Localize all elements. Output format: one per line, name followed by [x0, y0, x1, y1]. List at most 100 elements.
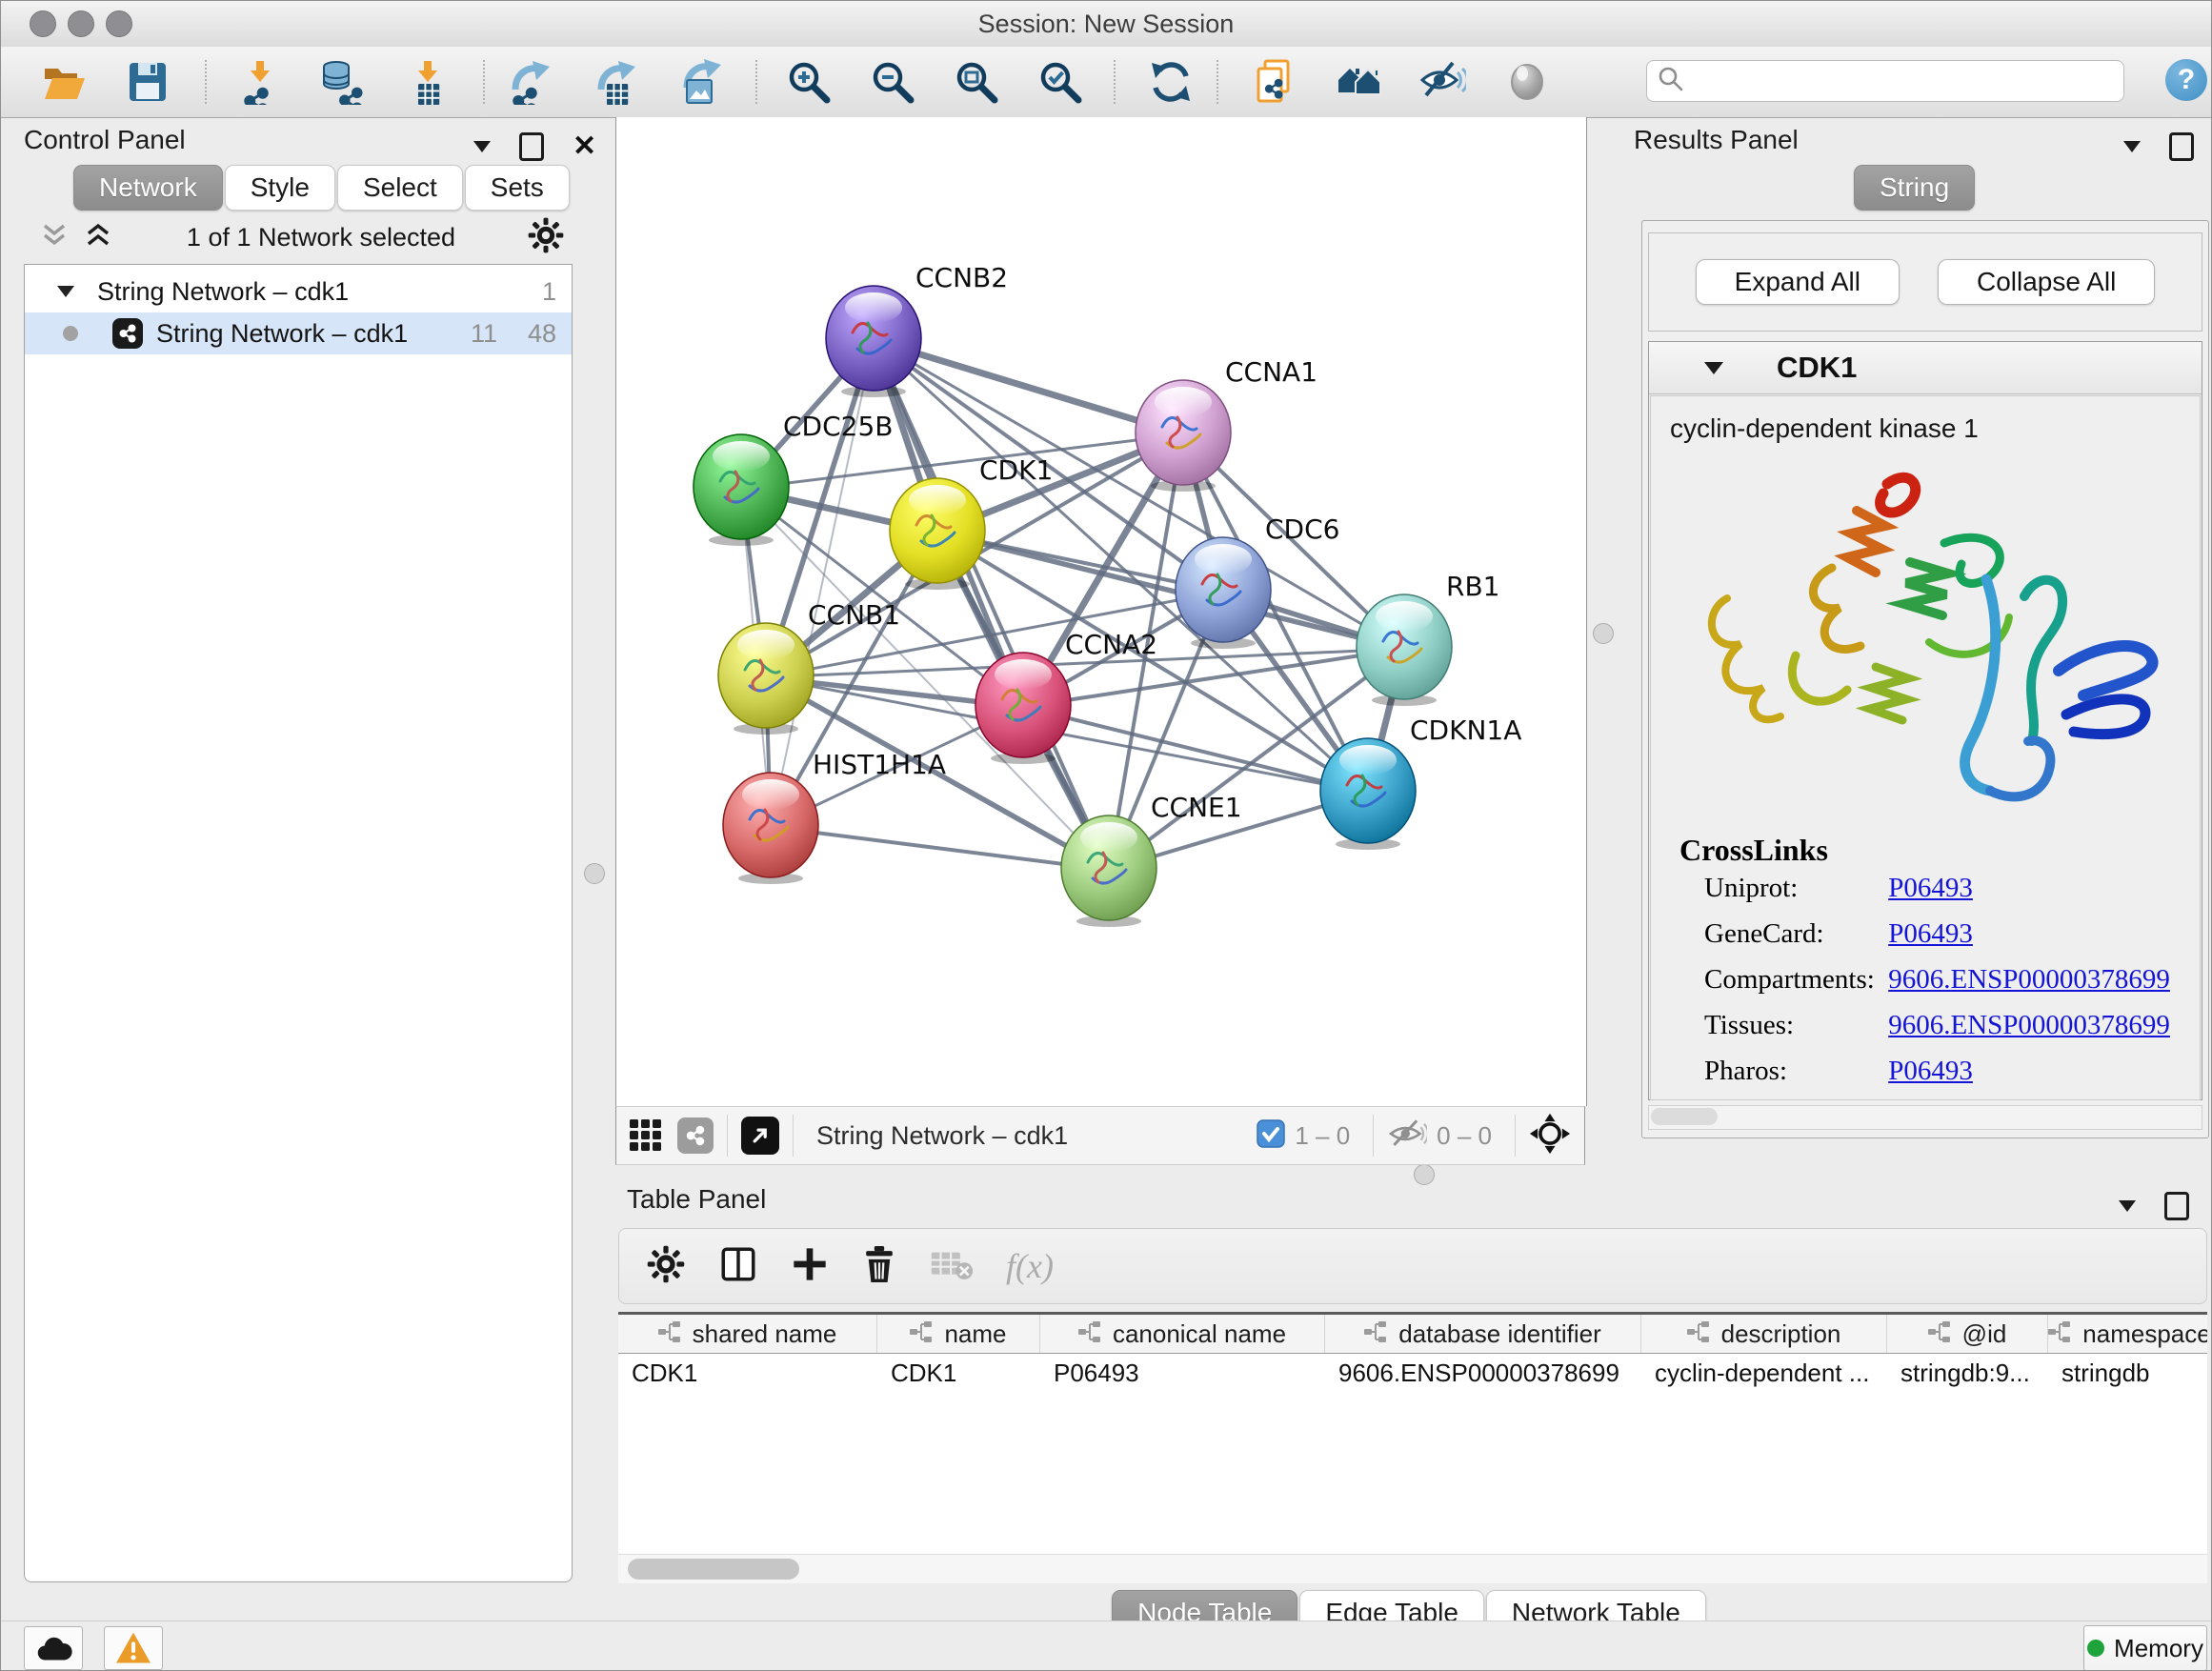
add-column-icon[interactable] [791, 1245, 829, 1288]
node-CDK1[interactable]: CDK1 [888, 475, 987, 592]
import-database-icon[interactable] [319, 57, 369, 107]
gene-details: cyclin-dependent kinase 1 [1650, 395, 2201, 1100]
hidden-eye-icon[interactable] [1387, 1117, 1427, 1155]
tab-style[interactable]: Style [225, 165, 335, 211]
float-panel-icon[interactable] [519, 132, 544, 161]
help-icon[interactable]: ? [2165, 59, 2207, 101]
save-icon[interactable] [123, 57, 172, 107]
show-columns-icon[interactable] [718, 1244, 758, 1289]
memory-button[interactable]: Memory [2083, 1625, 2207, 1671]
left-splitter-handle[interactable] [584, 863, 605, 884]
crosslink-link[interactable]: P06493 [1888, 918, 1973, 949]
panel-menu-icon[interactable] [2123, 141, 2141, 152]
right-splitter-handle[interactable] [1593, 623, 1614, 644]
column-tree-icon [910, 1319, 933, 1349]
gene-section-header[interactable]: CDK1 [1649, 342, 2202, 394]
crosslink-row: GeneCard: P06493 [1704, 918, 2200, 950]
panel-menu-icon[interactable] [2119, 1200, 2136, 1212]
collapse-all-button[interactable]: Collapse All [1938, 259, 2155, 305]
node-HIST1H1A[interactable]: HIST1H1A [721, 770, 820, 886]
node-CDC6[interactable]: CDC6 [1174, 534, 1273, 651]
network-canvas[interactable]: CCNB2 CCNA1 [615, 117, 1587, 1106]
table-panel: Table Panel ✕ f(x) shared na [615, 1182, 2212, 1621]
section-disclosure-icon[interactable] [1704, 362, 1723, 374]
selected-checkbox-icon[interactable] [1257, 1119, 1285, 1153]
tab-sets[interactable]: Sets [465, 165, 570, 211]
column-header-namespace[interactable]: namespace [2048, 1315, 2207, 1353]
warning-icon[interactable] [104, 1626, 163, 1670]
node-label: CDK1 [979, 454, 1053, 486]
string-network-badge-icon[interactable] [677, 1117, 714, 1154]
close-panel-icon[interactable]: ✕ [573, 135, 596, 158]
crosslink-link[interactable]: P06493 [1888, 1056, 1973, 1086]
hide-selected-icon[interactable] [1418, 57, 1468, 107]
collection-disclosure-icon[interactable] [57, 286, 74, 297]
open-icon[interactable] [39, 57, 89, 107]
export-table-icon[interactable] [590, 57, 639, 107]
column-header-database-identifier[interactable]: database identifier [1325, 1315, 1641, 1353]
float-panel-icon[interactable] [2164, 1192, 2189, 1220]
zoom-selected-icon[interactable] [1036, 57, 1085, 107]
homes-icon[interactable] [1335, 57, 1384, 107]
export-network-icon[interactable] [506, 57, 555, 107]
gear-icon[interactable] [527, 216, 565, 259]
toolbar-separator [755, 60, 757, 104]
network-row[interactable]: String Network – cdk1 11 48 [25, 312, 572, 354]
column-header-@id[interactable]: @id [1887, 1315, 2048, 1353]
zoom-in-icon[interactable] [784, 57, 834, 107]
birds-eye-view-icon[interactable] [741, 1117, 779, 1155]
node-CCNA1[interactable]: CCNA1 [1134, 377, 1233, 493]
zoom-out-icon[interactable] [868, 57, 917, 107]
node-CDKN1A[interactable]: CDKN1A [1318, 735, 1418, 852]
network-list-toolbar: 1 of 1 Network selected [24, 212, 571, 262]
expand-all-icon[interactable] [81, 218, 115, 257]
crosslink-link[interactable]: P06493 [1888, 873, 1973, 903]
node-table[interactable]: shared namenamecanonical namedatabase id… [618, 1312, 2207, 1558]
float-panel-icon[interactable] [2169, 132, 2194, 161]
import-network-icon[interactable] [235, 57, 285, 107]
export-image-icon[interactable] [674, 57, 723, 107]
tab-network[interactable]: Network [73, 165, 223, 211]
crosslinks-title: CrossLinks [1679, 833, 1828, 868]
node-CCNB1[interactable]: CCNB1 [716, 620, 815, 736]
column-tree-icon [1687, 1319, 1710, 1349]
move-crosshair-icon[interactable] [1529, 1113, 1571, 1159]
node-RB1[interactable]: RB1 [1355, 592, 1454, 708]
search-box[interactable] [1646, 60, 2124, 102]
crosslink-link[interactable]: 9606.ENSP00000378699 [1888, 1010, 2170, 1040]
column-header-canonical-name[interactable]: canonical name [1040, 1315, 1325, 1353]
table-panel-title: Table Panel [627, 1184, 766, 1215]
expand-all-button[interactable]: Expand All [1696, 259, 1900, 305]
network-collection-row[interactable]: String Network – cdk1 1 [25, 271, 572, 312]
collapse-all-icon[interactable] [37, 218, 71, 257]
results-hscrollbar[interactable] [1648, 1105, 2202, 1130]
document-share-icon[interactable] [1251, 57, 1300, 107]
status-bar: Memory [1, 1621, 2211, 1671]
node-CCNA2[interactable]: CCNA2 [974, 650, 1073, 766]
edge-count: 48 [528, 319, 556, 349]
grid-view-icon[interactable] [628, 1116, 664, 1157]
tab-select[interactable]: Select [337, 165, 463, 211]
column-tree-icon [1364, 1319, 1387, 1349]
delete-column-trash-icon[interactable] [861, 1244, 897, 1289]
show-selected-icon[interactable] [1502, 57, 1552, 107]
crosslink-link[interactable]: 9606.ENSP00000378699 [1888, 964, 2170, 995]
node-CDC25B[interactable]: CDC25B [692, 432, 791, 548]
tab-string[interactable]: String [1854, 165, 1975, 211]
table-settings-gear-icon[interactable] [646, 1244, 686, 1289]
zoom-fit-icon[interactable] [952, 57, 1001, 107]
search-input[interactable] [1695, 63, 2123, 99]
cloud-icon[interactable] [24, 1626, 83, 1670]
network-tree: String Network – cdk1 1 String Network –… [24, 264, 573, 1582]
table-hscrollbar[interactable] [618, 1554, 2207, 1583]
panel-menu-icon[interactable] [473, 141, 491, 152]
column-header-name[interactable]: name [877, 1315, 1040, 1353]
import-table-icon[interactable] [403, 57, 452, 107]
network-view-toolbar: String Network – cdk1 1 – 0 0 – 0 [615, 1106, 1585, 1165]
column-header-shared-name[interactable]: shared name [618, 1315, 877, 1353]
refresh-icon[interactable] [1146, 57, 1196, 107]
column-header-description[interactable]: description [1641, 1315, 1887, 1353]
table-row[interactable]: CDK1CDK1P064939606.ENSP00000378699cyclin… [618, 1354, 2207, 1392]
node-CCNB2[interactable]: CCNB2 [824, 283, 923, 399]
node-CCNE1[interactable]: CCNE1 [1059, 813, 1158, 929]
